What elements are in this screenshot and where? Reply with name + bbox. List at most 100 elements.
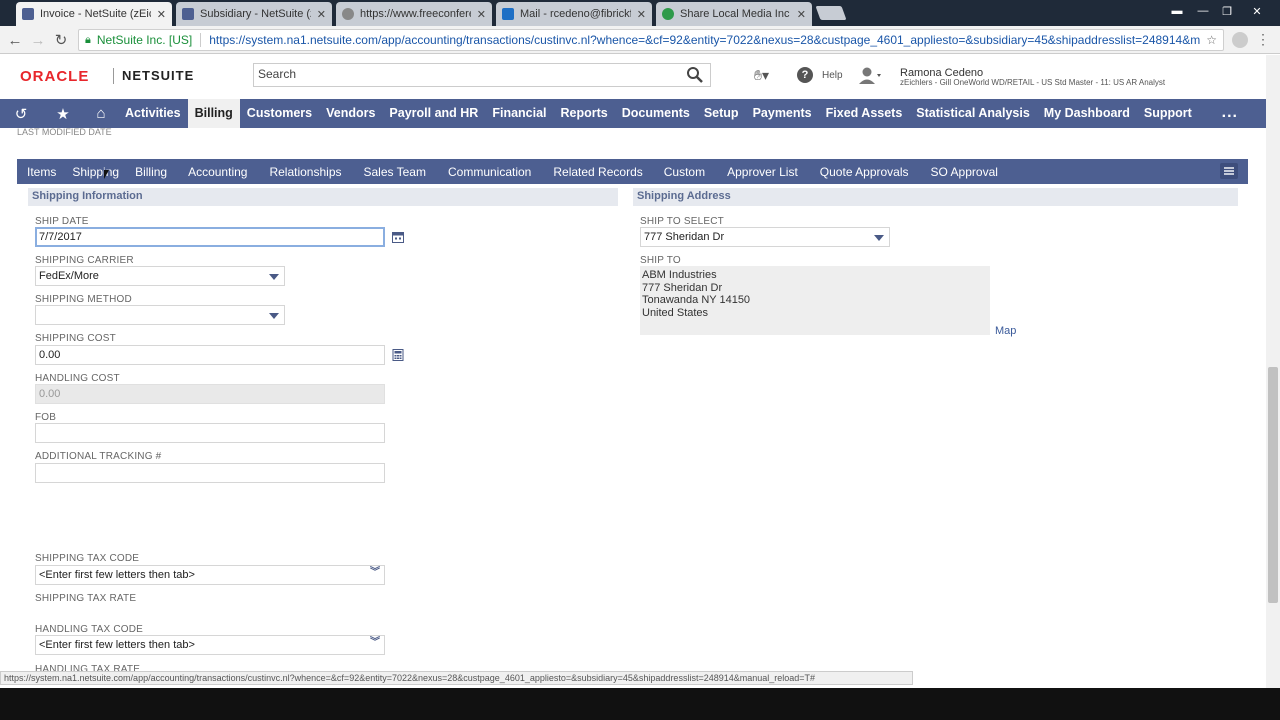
ship-date-label: SHIP DATE [35, 216, 89, 227]
subtab-communication[interactable]: Communication [448, 165, 531, 179]
shipping-address-heading: Shipping Address [633, 188, 1238, 206]
subtab-sales-team[interactable]: Sales Team [364, 165, 426, 179]
mouse-cursor-icon [104, 170, 109, 179]
subtab-accounting[interactable]: Accounting [188, 165, 247, 179]
subtab-related-records[interactable]: Related Records [553, 165, 642, 179]
shipping-carrier-label: SHIPPING CARRIER [35, 255, 134, 266]
nav-vendors[interactable]: Vendors [319, 99, 382, 128]
forward-arrow-icon[interactable]: → [29, 31, 47, 49]
shipping-information-heading: Shipping Information [28, 188, 618, 206]
address-line: United States [642, 306, 709, 319]
nav-setup[interactable]: Setup [697, 99, 746, 128]
recent-records-icon[interactable]: ✋︎▾ [754, 67, 769, 84]
shipping-tax-code-field[interactable]: <Enter first few letters then tab> [35, 565, 385, 585]
scrollbar-thumb[interactable] [1268, 367, 1278, 603]
additional-tracking-field[interactable] [35, 463, 385, 483]
nav-reports[interactable]: Reports [554, 99, 615, 128]
page-scrollbar[interactable] [1266, 55, 1280, 688]
browser-tab-freeconference[interactable]: https://www.freeconfere ✕ [336, 2, 492, 26]
more-menu-icon[interactable]: ... [1222, 104, 1238, 122]
globe-favicon-icon [342, 8, 354, 20]
nav-statistical-analysis[interactable]: Statistical Analysis [909, 99, 1036, 128]
help-link[interactable]: Help [822, 70, 843, 81]
subtab-items[interactable]: Items [27, 165, 56, 179]
chevron-down-icon[interactable] [269, 313, 279, 319]
reload-icon[interactable]: ↻ [52, 31, 70, 49]
netsuite-header: ORACLE NETSUITE Search ✋︎▾ ? Help Ramona… [0, 55, 1266, 99]
help-icon[interactable]: ? [797, 67, 813, 83]
browser-menu-icon[interactable]: ⋮ [1256, 31, 1270, 48]
maximize-icon[interactable]: ❐ [1216, 2, 1238, 20]
netsuite-favicon-icon [22, 8, 34, 20]
fob-field[interactable] [35, 423, 385, 443]
nav-my-dashboard[interactable]: My Dashboard [1037, 99, 1137, 128]
browser-tab-invoice[interactable]: Invoice - NetSuite (zEich ✕ [16, 2, 172, 26]
chevron-down-icon[interactable] [269, 274, 279, 280]
nav-activities[interactable]: Activities [118, 99, 188, 128]
nav-payments[interactable]: Payments [746, 99, 819, 128]
minimize-icon[interactable]: — [1192, 2, 1214, 20]
shipping-tax-code-label: SHIPPING TAX CODE [35, 553, 140, 564]
handling-tax-code-field[interactable]: <Enter first few letters then tab> [35, 635, 385, 655]
double-chevron-down-icon[interactable]: ︾ [370, 568, 380, 578]
subtab-quote-approvals[interactable]: Quote Approvals [820, 165, 909, 179]
ship-to-address[interactable]: ABM Industries 777 Sheridan Dr Tonawanda… [640, 266, 990, 335]
handling-tax-rate-label: HANDLING TAX RATE [35, 664, 141, 671]
handling-cost-field: 0.00 [35, 384, 385, 404]
subtab-relationships[interactable]: Relationships [269, 165, 341, 179]
search-icon[interactable] [686, 66, 704, 84]
nav-customers[interactable]: Customers [240, 99, 319, 128]
ship-date-field[interactable]: 7/7/2017 [35, 227, 385, 247]
share-favicon-icon [662, 8, 674, 20]
favorites-star-icon[interactable]: ★ [42, 105, 84, 123]
close-tab-icon[interactable]: ✕ [797, 8, 806, 21]
close-tab-icon[interactable]: ✕ [157, 8, 166, 21]
subtab-billing[interactable]: Billing [135, 165, 167, 179]
close-tab-icon[interactable]: ✕ [477, 8, 486, 21]
browser-tab-mail[interactable]: Mail - rcedeno@fibrickfr ✕ [496, 2, 652, 26]
recent-history-icon[interactable]: ↺ [0, 105, 42, 123]
browser-tab-title: Subsidiary - NetSuite (zE [200, 8, 311, 20]
nav-fixed-assets[interactable]: Fixed Assets [819, 99, 910, 128]
shipping-cost-field[interactable]: 0.00 [35, 345, 385, 365]
calculator-icon[interactable] [392, 349, 404, 361]
extension-icon[interactable] [1232, 32, 1248, 48]
bookmark-star-icon[interactable]: ☆ [1206, 33, 1217, 47]
new-tab-button[interactable] [815, 6, 847, 20]
double-chevron-down-icon[interactable]: ︾ [370, 638, 380, 648]
map-link[interactable]: Map [995, 325, 1016, 337]
nav-support[interactable]: Support [1137, 99, 1199, 128]
address-line: 777 Sheridan Dr [642, 281, 723, 294]
browser-tab-subsidiary[interactable]: Subsidiary - NetSuite (zE ✕ [176, 2, 332, 26]
netsuite-logo[interactable]: NETSUITE [122, 68, 194, 83]
browser-tab-share-local-media[interactable]: Share Local Media Inc - ✕ [656, 2, 812, 26]
close-window-icon[interactable]: ✕ [1246, 2, 1268, 20]
back-arrow-icon[interactable]: ← [6, 31, 24, 49]
nav-documents[interactable]: Documents [615, 99, 697, 128]
subtab-approver-list[interactable]: Approver List [727, 165, 798, 179]
ship-to-select[interactable]: 777 Sheridan Dr [640, 227, 890, 247]
shipping-method-select[interactable] [35, 305, 285, 325]
calendar-icon[interactable] [392, 231, 404, 243]
netsuite-favicon-icon [182, 8, 194, 20]
nav-financial[interactable]: Financial [485, 99, 553, 128]
nav-payroll-hr[interactable]: Payroll and HR [382, 99, 485, 128]
address-line: ABM Industries [642, 269, 717, 281]
subtab-list-icon[interactable] [1220, 163, 1238, 179]
nav-billing[interactable]: Billing [187, 99, 240, 128]
global-search-input[interactable]: Search [253, 63, 711, 87]
subtab-so-approval[interactable]: SO Approval [931, 165, 998, 179]
chevron-down-icon[interactable] [874, 235, 884, 241]
home-icon[interactable]: ⌂ [84, 105, 118, 122]
user-avatar-icon[interactable] [858, 66, 882, 84]
subtab-custom[interactable]: Custom [664, 165, 705, 179]
oracle-logo[interactable]: ORACLE [20, 68, 89, 85]
close-tab-icon[interactable]: ✕ [317, 8, 326, 21]
shipping-carrier-select[interactable]: FedEx/More [35, 266, 285, 286]
user-profile-icon[interactable]: ▬ [1166, 2, 1188, 20]
fob-label: FOB [35, 412, 57, 423]
close-tab-icon[interactable]: ✕ [637, 8, 646, 21]
address-bar[interactable]: 🔒︎ NetSuite Inc. [US] https://system.na1… [78, 29, 1224, 51]
subtab-shipping[interactable]: Shipping [72, 165, 119, 179]
status-bar-url: https://system.na1.netsuite.com/app/acco… [0, 671, 913, 685]
